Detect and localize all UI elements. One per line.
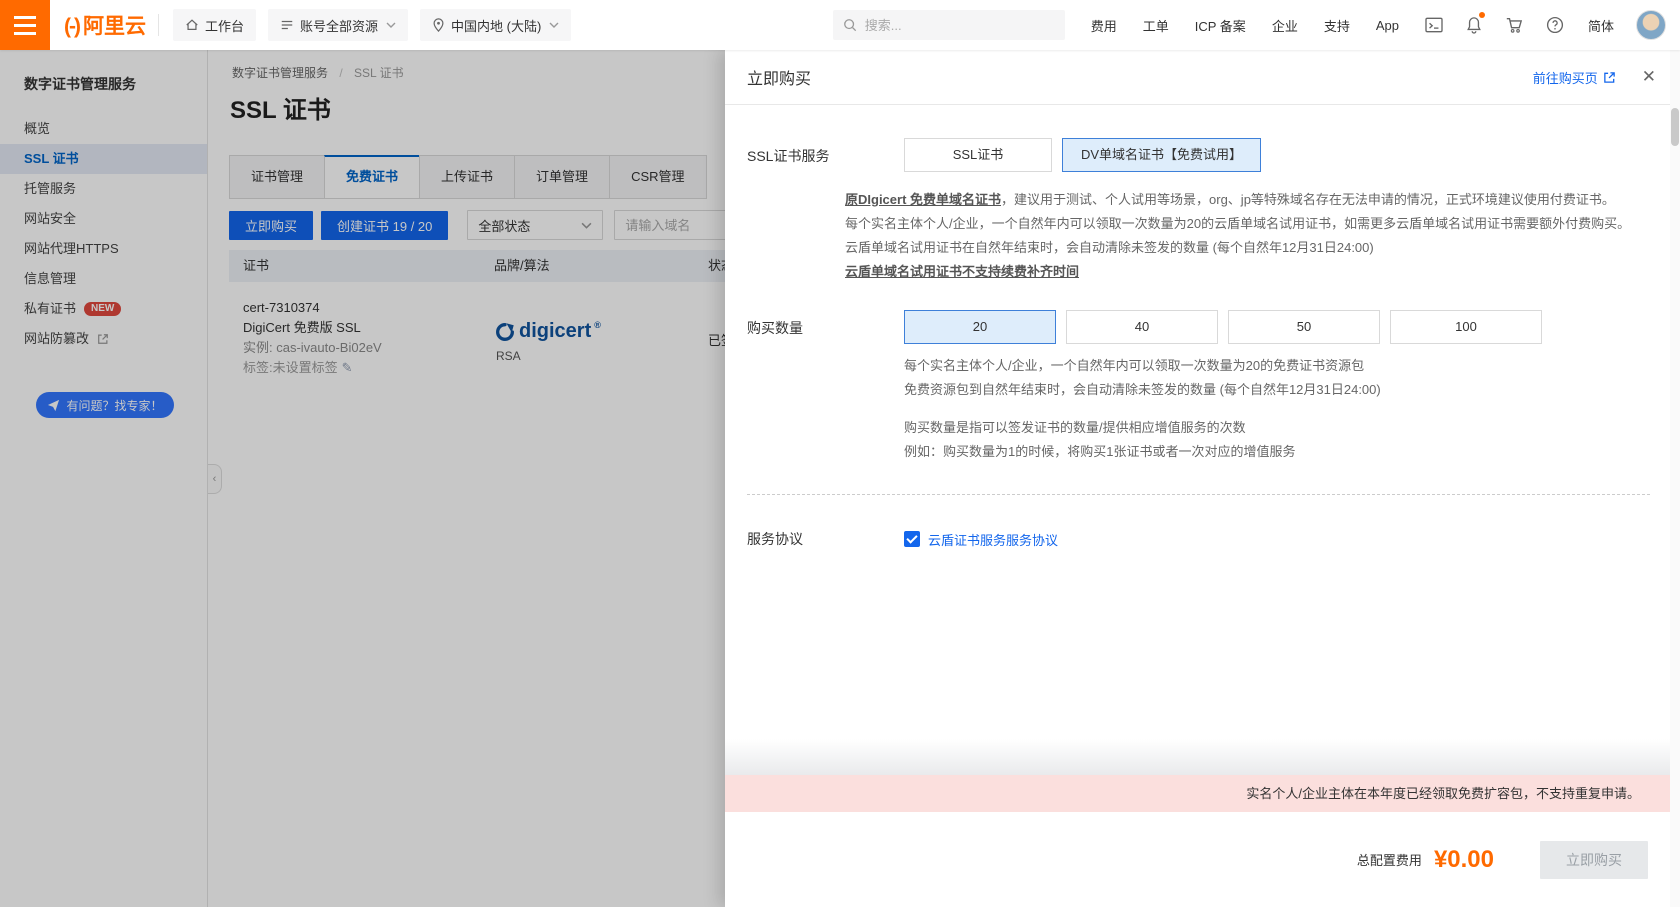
aliyun-logo-mark: (-) [64, 15, 79, 39]
nav-item-billing[interactable]: 费用 [1091, 16, 1117, 35]
service-type-row: SSL证书服务 SSL证书 DV单域名证书【免费试用】 [725, 138, 1680, 172]
region-selector[interactable]: 中国内地 (大陆) [420, 9, 571, 41]
quantity-row: 购买数量 20 40 50 100 [725, 310, 1680, 344]
top-navbar: (-) 阿里云 工作台 账号全部资源 中国内地 (大陆) 费用 工单 ICP 备… [0, 0, 1680, 50]
drawer-title: 立即购买 [747, 65, 811, 89]
drawer-buy-button[interactable]: 立即购买 [1540, 841, 1648, 879]
option-dv-free-trial[interactable]: DV单域名证书【免费试用】 [1062, 138, 1261, 172]
aliyun-logo-text: 阿里云 [83, 10, 146, 40]
agreement-link[interactable]: 云盾证书服务服务协议 [928, 530, 1058, 549]
agreement-row: 服务协议 云盾证书服务服务协议 [725, 529, 1680, 549]
notifications-bell-icon[interactable] [1466, 16, 1482, 34]
agreement-label: 服务协议 [747, 529, 904, 549]
drawer-body: SSL证书服务 SSL证书 DV单域名证书【免费试用】 原DIgicert 免费… [725, 105, 1680, 740]
chevron-down-icon [549, 22, 559, 28]
search-icon [843, 18, 857, 32]
total-price: ¥0.00 [1434, 846, 1494, 874]
nav-item-support[interactable]: 支持 [1324, 16, 1350, 35]
aliyun-logo[interactable]: (-) 阿里云 [64, 10, 146, 40]
footer-fade [725, 739, 1680, 775]
divider [158, 14, 159, 36]
drawer-scrollbar-track [1670, 50, 1680, 907]
service-type-label: SSL证书服务 [747, 138, 904, 172]
quantity-option-20[interactable]: 20 [904, 310, 1056, 344]
cloud-shell-icon[interactable] [1425, 17, 1443, 33]
drawer-header: 立即购买 前往购买页 ✕ [725, 50, 1680, 105]
nav-item-tickets[interactable]: 工单 [1143, 16, 1169, 35]
drawer-scrollbar-thumb[interactable] [1671, 108, 1679, 146]
global-search[interactable] [833, 10, 1065, 40]
language-switch[interactable]: 简体 [1588, 16, 1614, 35]
notification-dot [1479, 12, 1485, 18]
home-icon [185, 18, 199, 32]
external-link-icon [1603, 71, 1616, 84]
quantity-note: 购买数量是指可以签发证书的数量/提供相应增值服务的次数 例如：购买数量为1的时候… [904, 416, 1680, 464]
total-fee-label: 总配置费用 [1357, 850, 1422, 869]
resources-icon [280, 18, 294, 32]
goto-purchase-page-link[interactable]: 前往购买页 [1533, 68, 1616, 87]
location-icon [432, 18, 445, 32]
quantity-label: 购买数量 [747, 310, 904, 344]
workbench-button[interactable]: 工作台 [173, 9, 256, 41]
nav-item-enterprise[interactable]: 企业 [1272, 16, 1298, 35]
chevron-down-icon [386, 22, 396, 28]
nav-menu: 费用 工单 ICP 备案 企业 支持 App [1091, 16, 1399, 35]
quantity-option-40[interactable]: 40 [1066, 310, 1218, 344]
dashed-divider [747, 494, 1650, 495]
close-icon[interactable]: ✕ [1642, 67, 1656, 87]
quantity-description: 每个实名主体个人/企业，一个自然年内可以领取一次数量为20的免费证书资源包 免费… [904, 354, 1680, 402]
search-input[interactable] [865, 18, 1045, 33]
nav-icons [1425, 16, 1564, 34]
quantity-option-100[interactable]: 100 [1390, 310, 1542, 344]
cart-icon[interactable] [1505, 16, 1523, 34]
quantity-option-50[interactable]: 50 [1228, 310, 1380, 344]
user-avatar[interactable] [1636, 10, 1666, 40]
quota-alert: 实名个人/企业主体在本年度已经领取免费扩容包，不支持重复申请。 [725, 775, 1680, 812]
agreement-checkbox[interactable] [904, 531, 920, 547]
drawer-footer: 总配置费用 ¥0.00 立即购买 [725, 812, 1680, 907]
nav-item-app[interactable]: App [1376, 18, 1399, 33]
option-ssl-cert[interactable]: SSL证书 [904, 138, 1052, 172]
account-resources-button[interactable]: 账号全部资源 [268, 9, 408, 41]
nav-item-icp[interactable]: ICP 备案 [1195, 16, 1246, 35]
hamburger-menu-icon[interactable] [0, 0, 50, 50]
no-renewal-note: 云盾单域名试用证书不支持续费补齐时间 [845, 260, 1680, 284]
service-description: 原DIgicert 免费单域名证书，建议用于测试、个人试用等场景，org、jp等… [845, 188, 1680, 284]
purchase-drawer: 立即购买 前往购买页 ✕ SSL证书服务 SSL证书 DV单域名证书【免费试用】… [725, 50, 1680, 907]
digicert-free-cert-link[interactable]: 原DIgicert 免费单域名证书 [845, 192, 1001, 207]
help-icon[interactable] [1546, 16, 1564, 34]
